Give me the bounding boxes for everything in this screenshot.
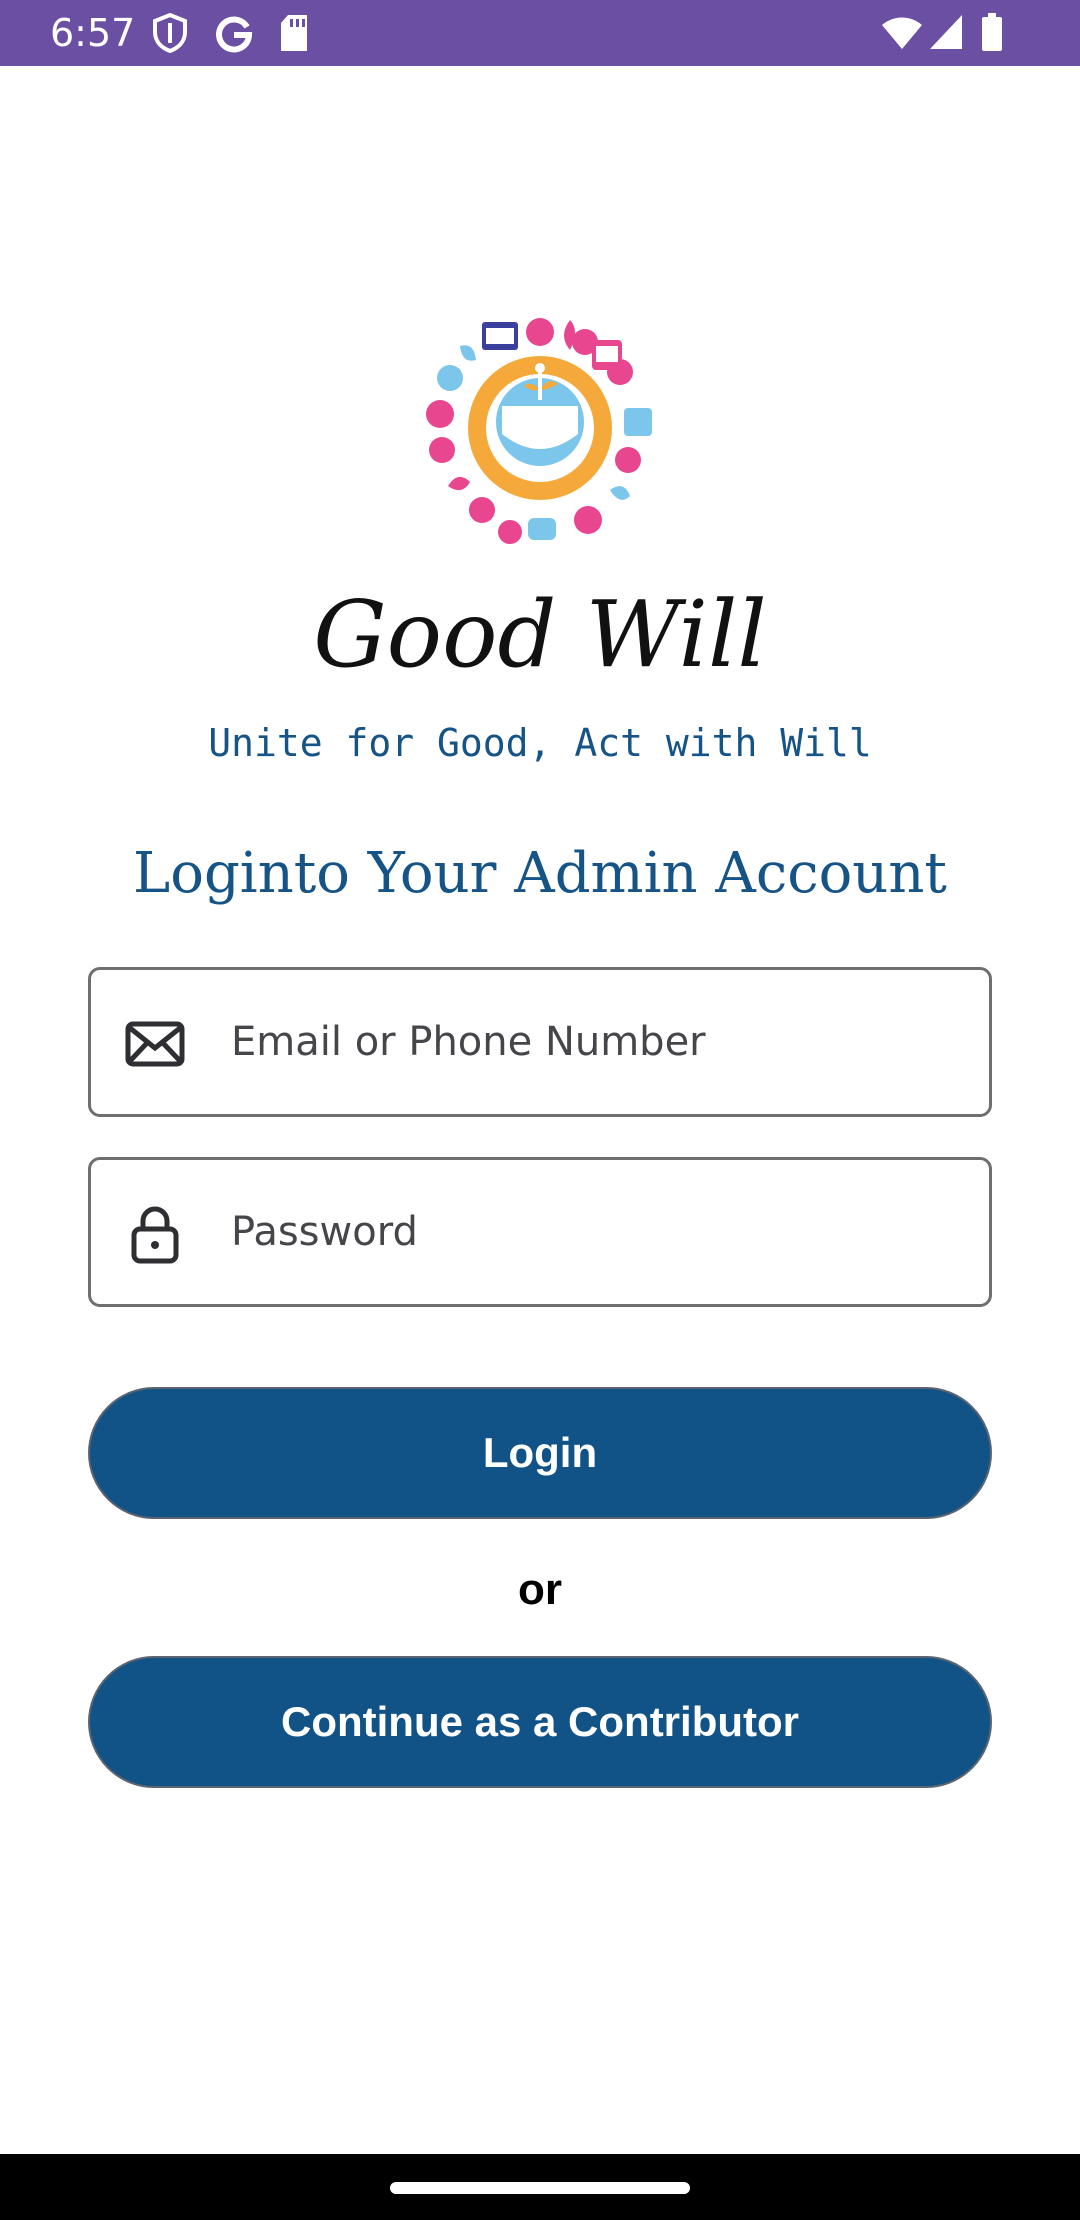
app-tagline: Unite for Good, Act with Will: [208, 721, 872, 765]
password-field[interactable]: [88, 1157, 992, 1307]
email-input[interactable]: [231, 970, 961, 1114]
login-heading: Loginto Your Admin Account: [133, 841, 947, 906]
email-field[interactable]: [88, 967, 992, 1117]
envelope-icon: [125, 1021, 185, 1067]
sd-card-icon: [281, 15, 307, 51]
status-time: 6:57: [50, 11, 136, 55]
lock-icon: [131, 1206, 179, 1264]
app-title: Good Will: [313, 581, 767, 688]
or-divider-text: or: [518, 1565, 562, 1614]
password-input[interactable]: [231, 1160, 961, 1304]
signal-icon: [930, 15, 962, 49]
google-g-icon: [216, 16, 253, 53]
status-bar: 6:57: [0, 0, 1080, 66]
continue-as-contributor-button[interactable]: Continue as a Contributor: [88, 1656, 992, 1788]
battery-icon: [982, 13, 1002, 51]
home-gesture-handle[interactable]: [390, 2182, 690, 2194]
login-button[interactable]: Login: [88, 1387, 992, 1519]
shield-icon: [153, 13, 187, 53]
wifi-icon: [882, 17, 922, 49]
goodwill-logo-icon: [426, 318, 652, 544]
